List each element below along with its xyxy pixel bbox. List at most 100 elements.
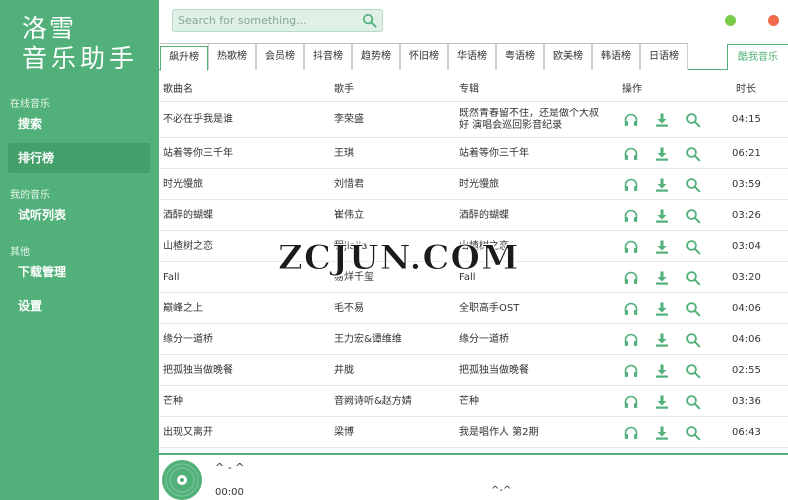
album-name: 芒种 <box>459 396 479 407</box>
tab-korean[interactable]: 韩语榜 <box>592 44 640 70</box>
table-row[interactable]: 时光慢旅 刘惜君 时光慢旅 03:59 <box>159 169 788 200</box>
minimize-button[interactable] <box>725 15 736 26</box>
search-icon[interactable] <box>685 112 701 128</box>
section-title-other: 其他 <box>10 247 30 258</box>
table-row[interactable]: 缘分一道桥 王力宏&谭维维 缘分一道桥 04:06 <box>159 324 788 355</box>
sidebar-item-search[interactable]: 搜索 <box>8 109 150 139</box>
table-row[interactable]: 把孤独当做晚餐 井胧 把孤独当做晚餐 02:55 <box>159 355 788 386</box>
song-table: 歌曲名 歌手 专辑 操作 时长 不必在乎我是谁 李荣盛 既然青春留不住，还是做个大叔… <box>159 70 788 448</box>
player-current-time: 00:00 <box>215 487 244 498</box>
duration: 06:43 <box>732 427 761 438</box>
song-name: 出现又离开 <box>163 427 213 438</box>
duration: 04:15 <box>732 114 761 125</box>
duration: 03:20 <box>732 272 761 283</box>
tab-rising[interactable]: 飙升榜 <box>160 46 208 71</box>
download-icon[interactable] <box>654 177 670 193</box>
source-selector[interactable]: 酷我音乐 <box>727 44 788 70</box>
headphones-icon[interactable] <box>623 270 639 286</box>
song-name: 缘分一道桥 <box>163 334 213 345</box>
search-icon[interactable] <box>685 270 701 286</box>
table-row[interactable]: 山楂树之恋 程jiajia 山楂树之恋 03:04 <box>159 231 788 262</box>
search-icon[interactable] <box>685 146 701 162</box>
download-icon[interactable] <box>654 239 670 255</box>
headphones-icon[interactable] <box>623 239 639 255</box>
tab-chinese[interactable]: 华语榜 <box>448 44 496 70</box>
download-icon[interactable] <box>654 112 670 128</box>
headphones-icon[interactable] <box>623 208 639 224</box>
duration: 04:06 <box>732 303 761 314</box>
search-icon[interactable] <box>685 394 701 410</box>
headphones-icon[interactable] <box>623 177 639 193</box>
table-row[interactable]: 芒种 音阙诗听&赵方婧 芒种 03:36 <box>159 386 788 417</box>
tab-hot[interactable]: 热歌榜 <box>208 44 256 70</box>
album-name: 时光慢旅 <box>459 179 499 190</box>
search-input[interactable] <box>173 10 353 31</box>
search-icon[interactable] <box>685 239 701 255</box>
sidebar-item-charts[interactable]: 排行榜 <box>8 143 150 173</box>
search-icon[interactable] <box>685 208 701 224</box>
download-icon[interactable] <box>654 425 670 441</box>
song-name: 不必在乎我是谁 <box>163 114 233 125</box>
song-name: 酒醉的蝴蝶 <box>163 210 213 221</box>
download-icon[interactable] <box>654 394 670 410</box>
duration: 06:21 <box>732 148 761 159</box>
artist-name: 毛不易 <box>334 303 364 314</box>
tab-vip[interactable]: 会员榜 <box>256 44 304 70</box>
tab-western[interactable]: 欧美榜 <box>544 44 592 70</box>
table-row[interactable]: 酒醉的蝴蝶 崔伟立 酒醉的蝴蝶 03:26 <box>159 200 788 231</box>
player-title: ^ - ^ <box>215 461 245 474</box>
download-icon[interactable] <box>654 363 670 379</box>
artist-name: 音阙诗听&赵方婧 <box>334 396 412 407</box>
album-name: 酒醉的蝴蝶 <box>459 210 509 221</box>
tab-nostalgia[interactable]: 怀旧榜 <box>400 44 448 70</box>
tab-douyin[interactable]: 抖音榜 <box>304 44 352 70</box>
tab-cantonese[interactable]: 粤语榜 <box>496 44 544 70</box>
search-icon[interactable] <box>685 425 701 441</box>
search-icon[interactable] <box>362 13 377 28</box>
tab-trend[interactable]: 趋势榜 <box>352 44 400 70</box>
download-icon[interactable] <box>654 208 670 224</box>
table-row[interactable]: 不必在乎我是谁 李荣盛 既然青春留不住，还是做个大叔好 演唱会巡回影音纪录 04:15 <box>159 102 788 138</box>
tab-japanese[interactable]: 日语榜 <box>640 44 688 70</box>
headphones-icon[interactable] <box>623 301 639 317</box>
search-icon[interactable] <box>685 363 701 379</box>
table-row[interactable]: 出现又离开 梁博 我是唱作人 第2期 06:43 <box>159 417 788 448</box>
close-button[interactable] <box>768 15 779 26</box>
section-title-my-music: 我的音乐 <box>10 190 50 201</box>
sidebar-item-downloads[interactable]: 下载管理 <box>8 257 150 287</box>
artist-name: 王力宏&谭维维 <box>334 334 402 345</box>
duration: 03:36 <box>732 396 761 407</box>
progress-handle[interactable] <box>624 457 629 465</box>
album-name: 站着等你三千年 <box>459 148 529 159</box>
search-icon[interactable] <box>685 301 701 317</box>
song-name: 时光慢旅 <box>163 179 203 190</box>
table-row[interactable]: Fall 易烊千玺 Fall 03:20 <box>159 262 788 293</box>
download-icon[interactable] <box>654 332 670 348</box>
sidebar-item-playlist[interactable]: 试听列表 <box>8 200 150 230</box>
song-name: 把孤独当做晚餐 <box>163 365 233 376</box>
table-row[interactable]: 巅峰之上 毛不易 全职高手OST 04:06 <box>159 293 788 324</box>
header-duration: 时长 <box>736 84 756 95</box>
headphones-icon[interactable] <box>623 112 639 128</box>
duration: 03:04 <box>732 241 761 252</box>
headphones-icon[interactable] <box>623 363 639 379</box>
album-name: 山楂树之恋 <box>459 241 509 252</box>
album-name: 我是唱作人 第2期 <box>459 427 539 438</box>
sidebar: 洛雪 音乐助手 在线音乐 搜索 排行榜 我的音乐 试听列表 其他 下载管理 设置 <box>0 0 159 500</box>
header-actions: 操作 <box>622 84 642 95</box>
download-icon[interactable] <box>654 146 670 162</box>
player-bar: ^ - ^ 00:00 ^-^ <box>159 453 788 500</box>
sidebar-item-settings[interactable]: 设置 <box>8 291 150 321</box>
logo-line-1: 洛雪 <box>22 14 77 43</box>
headphones-icon[interactable] <box>623 425 639 441</box>
headphones-icon[interactable] <box>623 146 639 162</box>
search-icon[interactable] <box>685 177 701 193</box>
app-logo: 洛雪 音乐助手 <box>22 14 142 74</box>
search-icon[interactable] <box>685 332 701 348</box>
download-icon[interactable] <box>654 301 670 317</box>
table-row[interactable]: 站着等你三千年 王琪 站着等你三千年 06:21 <box>159 138 788 169</box>
artist-name: 梁博 <box>334 427 354 438</box>
headphones-icon[interactable] <box>623 394 639 410</box>
headphones-icon[interactable] <box>623 332 639 348</box>
download-icon[interactable] <box>654 270 670 286</box>
